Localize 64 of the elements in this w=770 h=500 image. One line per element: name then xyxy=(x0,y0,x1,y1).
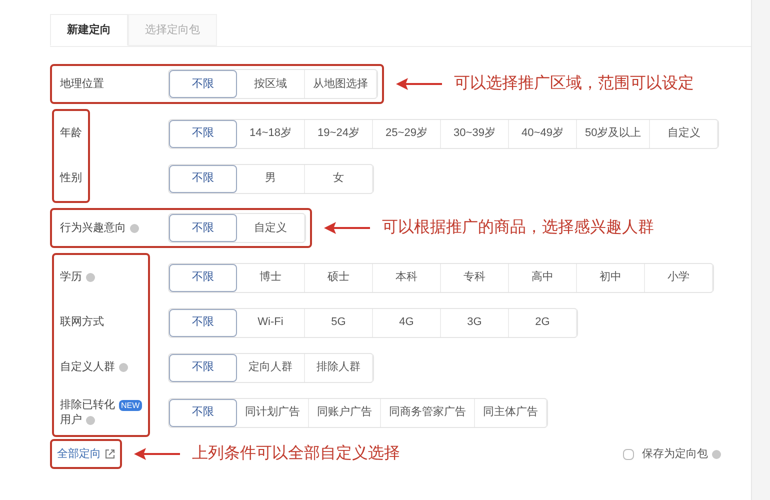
option-button[interactable]: 从地图选择 xyxy=(305,70,377,98)
option-button[interactable]: 博士 xyxy=(237,264,305,292)
field-label: 地理位置 xyxy=(60,76,104,92)
option-button[interactable]: 25~29岁 xyxy=(373,120,441,148)
annotation-note: 上列条件可以全部自定义选择 xyxy=(192,444,400,464)
option-button[interactable]: 5G xyxy=(305,308,373,336)
save-checkbox[interactable] xyxy=(623,448,634,460)
option-button[interactable]: 不限 xyxy=(169,164,237,192)
help-icon[interactable] xyxy=(86,416,95,424)
new-badge: NEW xyxy=(119,400,142,410)
checkbox-label: 保存为定向包 xyxy=(642,446,708,462)
all-targeting-link[interactable]: 全部定向 xyxy=(57,446,115,462)
option-button[interactable]: 不限 xyxy=(169,70,237,98)
option-button[interactable]: 不限 xyxy=(169,398,237,426)
option-button[interactable]: 不限 xyxy=(169,354,237,382)
tab[interactable]: 新建定向 xyxy=(50,14,128,46)
option-button[interactable]: 不限 xyxy=(169,120,237,148)
help-icon[interactable] xyxy=(119,363,128,372)
option-button[interactable]: 小学 xyxy=(645,264,713,292)
option-button[interactable]: 本科 xyxy=(373,264,441,292)
option-button[interactable]: 自定义 xyxy=(237,214,305,242)
field-label: 年龄 xyxy=(60,126,82,141)
option-button[interactable]: 4G xyxy=(373,308,441,336)
option-button[interactable]: 14~18岁 xyxy=(237,120,305,148)
option-button[interactable]: 专科 xyxy=(441,264,509,292)
option-button[interactable]: 初中 xyxy=(577,264,645,292)
option-button[interactable]: 50岁及以上 xyxy=(577,120,650,148)
option-button[interactable]: 按区域 xyxy=(237,70,305,98)
external-link-icon xyxy=(105,449,115,459)
option-button[interactable]: 高中 xyxy=(509,264,577,292)
option-button[interactable]: 同商务管家广告 xyxy=(381,398,475,426)
field-label: 自定义人群 xyxy=(60,360,115,375)
option-button[interactable]: 男 xyxy=(237,164,305,192)
option-button[interactable]: 定向人群 xyxy=(237,354,305,382)
option-button[interactable]: 不限 xyxy=(169,264,237,292)
option-button[interactable]: 排除人群 xyxy=(305,354,373,382)
annotation-note: 可以根据推广的商品，选择感兴趣人群 xyxy=(382,218,654,238)
option-button[interactable]: 3G xyxy=(441,308,509,336)
option-button[interactable]: 不限 xyxy=(169,214,237,242)
option-button[interactable]: 硕士 xyxy=(305,264,373,292)
option-button[interactable]: 19~24岁 xyxy=(305,120,373,148)
option-button[interactable]: 自定义 xyxy=(650,120,718,148)
help-icon[interactable] xyxy=(130,224,139,232)
pointer-arrow xyxy=(396,78,442,90)
pointer-arrow xyxy=(134,448,180,460)
help-icon[interactable] xyxy=(712,450,721,458)
help-icon[interactable] xyxy=(86,273,95,282)
field-label: 联网方式 xyxy=(60,315,104,330)
field-label: 排除已转化 xyxy=(60,398,115,412)
field-label: 性别 xyxy=(60,171,82,186)
option-button[interactable]: 同主体广告 xyxy=(475,398,547,426)
field-label: 行为兴趣意向 xyxy=(60,220,126,236)
option-button[interactable]: 女 xyxy=(305,164,373,192)
option-button[interactable]: Wi-Fi xyxy=(237,308,305,336)
annotation-note: 可以选择推广区域，范围可以设定 xyxy=(454,74,694,94)
option-button[interactable]: 30~39岁 xyxy=(441,120,509,148)
option-button[interactable]: 不限 xyxy=(169,308,237,336)
option-button[interactable]: 40~49岁 xyxy=(509,120,577,148)
field-label: 用户 xyxy=(60,412,82,428)
pointer-arrow xyxy=(324,222,370,234)
option-button[interactable]: 2G xyxy=(509,308,577,336)
field-label: 学历 xyxy=(60,270,82,285)
option-button[interactable]: 同账户广告 xyxy=(309,398,381,426)
option-button[interactable]: 同计划广告 xyxy=(237,398,309,426)
